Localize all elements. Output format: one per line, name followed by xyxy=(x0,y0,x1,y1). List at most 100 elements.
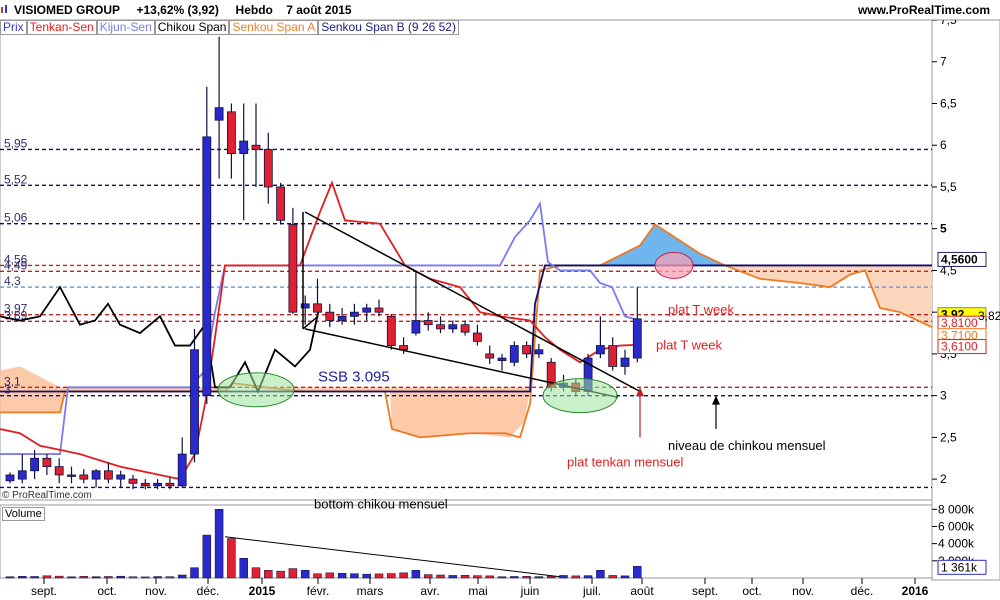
candle-body xyxy=(423,320,433,326)
y-tick-label: 6 xyxy=(940,138,947,152)
volume-bar xyxy=(313,573,322,579)
volume-bar xyxy=(153,576,162,579)
volume-bar xyxy=(423,574,433,579)
y-tick-label: 3 xyxy=(940,389,947,403)
volume-bar xyxy=(633,566,642,579)
candle-body xyxy=(165,482,175,487)
volume-bar xyxy=(251,567,261,579)
ellipse-ssb xyxy=(217,372,295,408)
volume-bar xyxy=(54,575,64,579)
price-tag-label: 3,6100 xyxy=(941,340,978,354)
volume-bar xyxy=(374,573,384,579)
candle-body xyxy=(325,311,335,321)
candle-body xyxy=(472,332,482,342)
candle-body xyxy=(276,186,286,221)
x-tick-label: sept. xyxy=(692,584,718,598)
volume-bar xyxy=(288,568,298,579)
y-tick-label: 5 xyxy=(940,222,947,236)
candle-body xyxy=(337,315,347,321)
volume-bar xyxy=(608,575,617,579)
level-label: 4,49 xyxy=(4,258,28,272)
candle-body xyxy=(313,303,322,313)
legend-ssa: Senkou Span A xyxy=(229,20,319,35)
annotation-label: SSB 3.095 xyxy=(318,368,390,385)
candle-body xyxy=(17,470,27,480)
volume-bar xyxy=(165,576,175,579)
level-label: 3 xyxy=(4,383,11,397)
volume-bar xyxy=(116,575,125,579)
candle-body xyxy=(497,357,507,361)
volume-bar xyxy=(350,573,359,579)
volume-bar xyxy=(300,570,310,579)
price-chart: 5,955,525,064,564,494,33,973,893,13 SSB … xyxy=(0,13,1000,598)
legend-kijun: Kijun-Sen xyxy=(96,20,155,35)
candle-body xyxy=(620,357,630,367)
volume-bar xyxy=(411,570,421,579)
ellipse-cloud xyxy=(654,251,694,279)
candle-body xyxy=(226,111,236,154)
candle-body xyxy=(460,324,470,333)
candle-body xyxy=(485,353,495,359)
x-tick-label: nov. xyxy=(145,584,167,598)
level-label: 5,52 xyxy=(4,172,28,186)
y-tick-label: 2 xyxy=(940,472,947,486)
candle-body xyxy=(54,466,64,476)
y-tick-label: 2,5 xyxy=(940,430,957,444)
x-tick-label: oct. xyxy=(742,584,761,598)
annotation-label: bottom chikou mensuel xyxy=(314,496,448,511)
candle-body xyxy=(448,324,458,330)
candle-body xyxy=(190,349,199,455)
y-tick-label: 6,5 xyxy=(940,96,957,110)
level-label: 5,06 xyxy=(4,211,28,225)
level-label: 4,3 xyxy=(4,274,21,288)
volume-bar xyxy=(325,572,335,579)
candle-body xyxy=(534,349,544,355)
volume-bar xyxy=(387,573,396,579)
candle-body xyxy=(263,148,273,188)
volume-bar xyxy=(473,575,482,579)
annotation-label: plat T week xyxy=(656,338,723,353)
vol-tick-label: 8 000k xyxy=(938,502,975,516)
candle-body xyxy=(436,324,445,330)
candle-body xyxy=(522,345,531,355)
candle-body xyxy=(79,474,89,480)
volume-bar xyxy=(214,509,224,579)
candle-body xyxy=(374,307,384,313)
volume-bar xyxy=(436,574,445,579)
chart-icon xyxy=(1,5,7,13)
volume-bar xyxy=(30,576,39,579)
volume-bar xyxy=(104,576,113,579)
volume-bar xyxy=(264,570,273,579)
x-tick-label: juil. xyxy=(582,584,601,598)
site-link[interactable]: www.ProRealTime.com xyxy=(858,3,990,17)
date: 7 août 2015 xyxy=(286,3,352,17)
volume-bar xyxy=(583,575,593,579)
candle-body xyxy=(288,224,298,313)
volume-bar xyxy=(177,574,187,579)
volume-bar xyxy=(276,570,285,579)
volume-bar xyxy=(497,576,507,579)
legend-price: Prix xyxy=(0,20,27,35)
volume-bar xyxy=(239,557,248,579)
x-tick-label: déc. xyxy=(197,584,220,598)
price-change: +13,62% (3,92) xyxy=(136,3,219,17)
instrument-name: VISIOMED GROUP xyxy=(14,3,120,17)
x-tick-label: juin xyxy=(520,584,540,598)
volume-label: Volume xyxy=(2,507,45,521)
candle-body xyxy=(239,140,249,154)
candle-body xyxy=(42,457,52,468)
x-tick-label: 2015 xyxy=(249,584,276,598)
legend: Prix Tenkan-Sen Kijun-Sen Chikou Span Se… xyxy=(0,20,459,35)
candle-body xyxy=(140,482,150,487)
volume-bar xyxy=(510,576,519,579)
volume-bar xyxy=(5,576,15,579)
candle-body xyxy=(596,345,605,355)
candle-body xyxy=(608,345,618,367)
candle-body xyxy=(153,482,163,487)
volume-bar xyxy=(399,572,408,579)
volume-bar xyxy=(91,576,101,579)
candle-body xyxy=(67,474,76,477)
candle-body xyxy=(362,307,372,313)
y-tick-label: 7 xyxy=(940,55,947,69)
volume-panel-frame xyxy=(0,504,933,579)
